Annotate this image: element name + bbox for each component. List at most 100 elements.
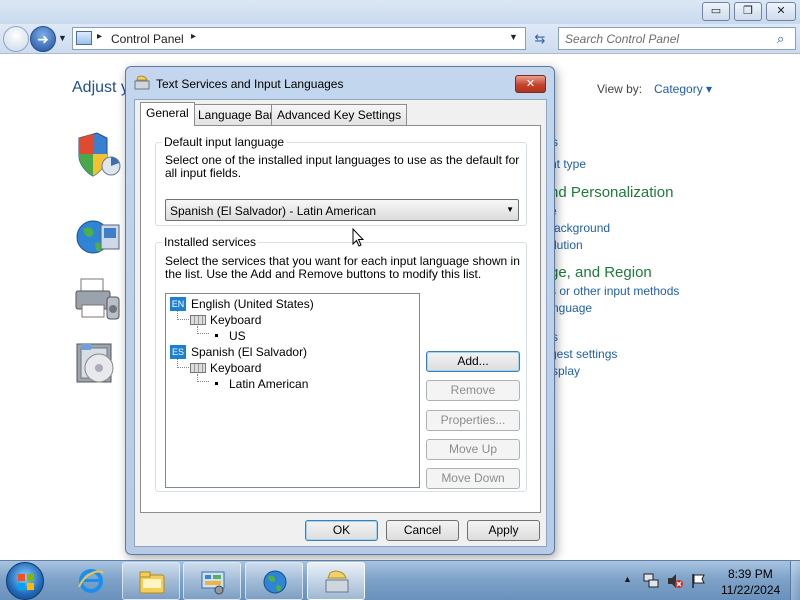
cp-link-input-methods-partial[interactable]: s or other input methods	[550, 284, 679, 298]
tab-advanced-key-settings[interactable]: Advanced Key Settings	[271, 104, 408, 125]
network-internet-icon[interactable]	[73, 215, 121, 263]
installed-services-description: Select the services that you want for ea…	[165, 254, 520, 281]
ok-button[interactable]: OK	[305, 520, 378, 541]
dialog-close-button[interactable]: ✕	[515, 75, 546, 93]
bullet-icon	[215, 382, 218, 385]
cp-link-language-partial[interactable]: nguage	[552, 301, 592, 315]
text-services-dialog: Text Services and Input Languages ✕ Gene…	[125, 66, 555, 555]
internet-explorer-icon	[78, 569, 104, 593]
cp-link-resolution-partial[interactable]: lution	[554, 238, 583, 252]
refresh-icon: ⇆	[534, 31, 546, 46]
show-desktop-button[interactable]	[790, 561, 800, 600]
tree-language-spanish[interactable]: Spanish (El Salvador)	[191, 345, 307, 359]
maximize-button[interactable]: ❐	[734, 2, 762, 21]
start-button[interactable]	[6, 562, 44, 600]
taskbar-internet-explorer[interactable]	[62, 562, 120, 600]
view-by-label: View by:	[597, 82, 643, 96]
mouse-cursor-icon	[352, 228, 364, 247]
keyboard-icon	[190, 363, 206, 373]
properties-button[interactable]: Properties...	[426, 410, 520, 431]
default-input-description: Select one of the installed input langua…	[165, 153, 520, 180]
cp-link-suggest-settings-partial[interactable]: gest settings	[550, 347, 617, 361]
default-input-language-group: Default input language Select one of the…	[155, 135, 527, 226]
move-up-button[interactable]: Move Up	[426, 439, 520, 460]
tree-keyboard-english[interactable]: Keyboard	[210, 313, 261, 327]
clock-time[interactable]: 8:39 PM	[728, 567, 773, 581]
control-panel-icon	[201, 571, 225, 595]
taskbar-network-globe[interactable]	[245, 562, 303, 600]
hardware-sound-icon[interactable]	[73, 275, 121, 323]
tree-connector	[197, 326, 209, 334]
close-button[interactable]: ✕	[766, 2, 796, 21]
navigation-bar: ➜ ▼ ▸ Control Panel ▸ ▼ ⇆ ⌕	[0, 24, 800, 54]
close-icon: ✕	[776, 5, 786, 17]
volume-muted-icon[interactable]	[666, 572, 684, 590]
search-box[interactable]: ⌕	[558, 27, 796, 50]
cancel-button[interactable]: Cancel	[386, 520, 459, 541]
breadcrumb-separator[interactable]: ▸	[191, 31, 196, 42]
tab-language-bar[interactable]: Language Bar	[192, 104, 280, 125]
text-services-icon	[325, 570, 349, 593]
file-explorer-icon	[139, 571, 165, 594]
apply-button[interactable]: Apply	[467, 520, 540, 541]
clock-date[interactable]: 11/22/2024	[721, 583, 780, 597]
programs-icon[interactable]	[73, 338, 121, 386]
installed-services-group: Installed services Select the services t…	[155, 235, 527, 492]
search-icon[interactable]: ⌕	[777, 31, 784, 47]
tree-connector	[177, 311, 189, 320]
cp-link-display-partial[interactable]: splay	[552, 364, 580, 378]
search-input[interactable]	[565, 31, 770, 46]
maximize-icon: ❐	[743, 5, 753, 17]
default-language-select[interactable]: Spanish (El Salvador) - Latin American ▼	[165, 199, 519, 221]
taskbar: ▲ 8:39 PM 11/22/2024	[0, 560, 800, 600]
action-center-flag-icon[interactable]	[690, 572, 708, 590]
tree-connector	[197, 374, 209, 382]
category-appearance-personalization[interactable]: nd Personalization	[550, 184, 673, 201]
tree-keyboard-spanish[interactable]: Keyboard	[210, 361, 261, 375]
back-button[interactable]	[3, 26, 29, 52]
minimize-button[interactable]: ▭	[702, 2, 730, 21]
address-dropdown[interactable]: ▼	[509, 32, 518, 42]
window-titlebar: ▭ ❐ ✕	[0, 0, 800, 24]
tree-language-english[interactable]: English (United States)	[191, 297, 314, 311]
text-services-icon	[134, 75, 150, 90]
group-label: Installed services	[162, 235, 259, 249]
taskbar-control-panel[interactable]	[183, 562, 241, 600]
show-hidden-icons-button[interactable]: ▲	[623, 574, 632, 584]
refresh-button[interactable]: ⇆	[528, 27, 552, 50]
chevron-down-icon: ▼	[506, 205, 514, 214]
remove-button[interactable]: Remove	[426, 380, 520, 401]
minimize-icon: ▭	[710, 5, 722, 17]
general-tab-panel: Default input language Select one of the…	[140, 125, 541, 513]
add-button[interactable]: Add...	[426, 351, 520, 372]
network-status-icon[interactable]	[642, 572, 660, 590]
keyboard-icon	[190, 315, 206, 325]
group-label: Default input language	[162, 135, 287, 149]
breadcrumb-control-panel[interactable]: Control Panel	[111, 32, 184, 46]
windows-logo-icon	[18, 574, 34, 590]
forward-button[interactable]: ➜	[30, 26, 56, 52]
tab-general[interactable]: General	[140, 102, 195, 126]
category-clock-language-region[interactable]: ge, and Region	[550, 264, 652, 281]
cp-link-background-partial[interactable]: ackground	[554, 221, 610, 235]
forward-arrow-icon: ➜	[37, 31, 49, 47]
tree-layout-latin-american[interactable]: Latin American	[229, 377, 308, 391]
address-bar[interactable]: ▸ Control Panel ▸ ▼	[72, 27, 526, 50]
installed-services-list[interactable]: EN English (United States) Keyboard US E…	[165, 293, 420, 488]
move-down-button[interactable]: Move Down	[426, 468, 520, 489]
dialog-title: Text Services and Input Languages	[156, 77, 344, 91]
system-security-icon[interactable]	[73, 130, 121, 178]
recent-pages-dropdown[interactable]: ▼	[58, 33, 67, 43]
breadcrumb-separator[interactable]: ▸	[97, 31, 102, 42]
language-badge-en: EN	[170, 297, 186, 311]
control-panel-icon	[76, 31, 92, 45]
dialog-body: General Language Bar Advanced Key Settin…	[134, 99, 547, 547]
network-globe-icon	[263, 570, 287, 594]
selected-language: Spanish (El Salvador) - Latin American	[170, 204, 377, 218]
taskbar-file-explorer[interactable]	[122, 562, 180, 600]
tree-layout-us[interactable]: US	[229, 329, 246, 343]
cp-link-layout-partial[interactable]: nt type	[550, 157, 586, 171]
taskbar-text-services[interactable]	[307, 562, 365, 600]
view-by-dropdown[interactable]: Category ▾	[654, 82, 712, 96]
close-icon: ✕	[525, 78, 536, 90]
